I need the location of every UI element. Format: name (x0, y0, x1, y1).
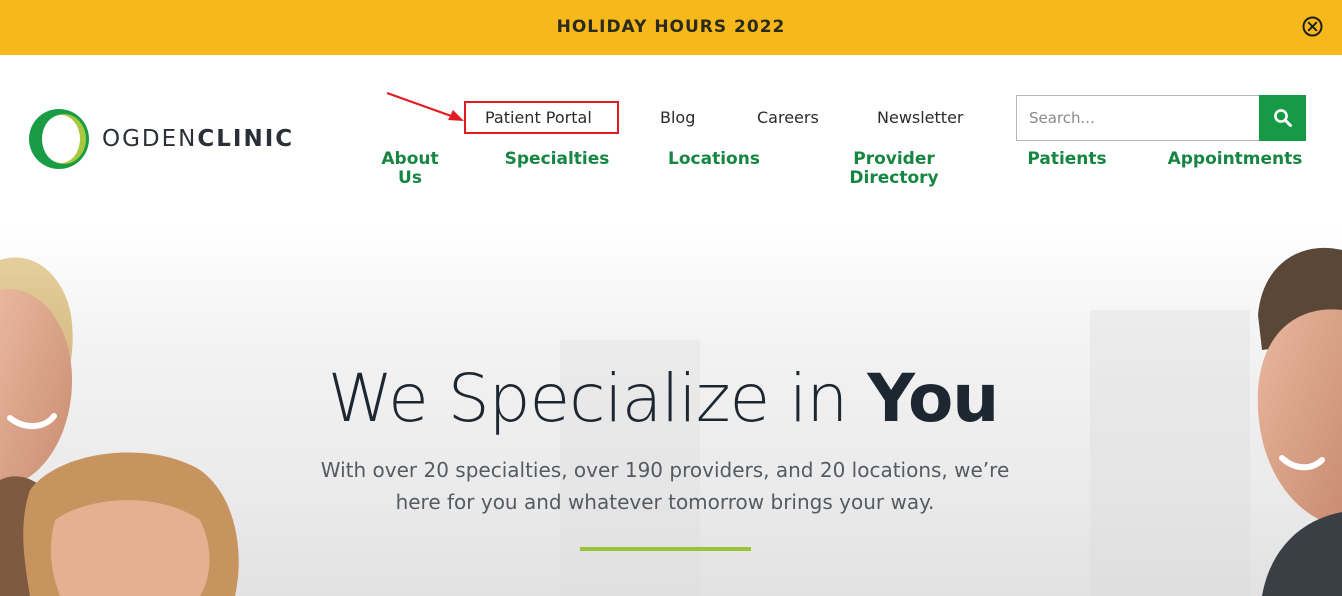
nav-specialties-label: Specialties (504, 149, 610, 169)
logo-name-light: OGDEN (102, 126, 198, 152)
close-circle-icon[interactable] (1302, 16, 1323, 37)
logo-name-bold: CLINIC (197, 126, 295, 152)
search-box (1016, 95, 1306, 141)
hero-title: We Specialize in You (0, 360, 1326, 437)
nav-provider-directory-line1: Provider (853, 149, 935, 169)
nav-patients[interactable]: Patients (1021, 150, 1113, 169)
hero-title-bold: You (867, 360, 999, 437)
hero-title-light: We Specialize in (327, 360, 868, 437)
nav-patients-label: Patients (1027, 149, 1107, 169)
nav-about-us-line2: Us (398, 168, 422, 188)
hero-subtitle: With over 20 specialties, over 190 provi… (320, 458, 1010, 514)
annotation-arrow-icon (386, 91, 464, 121)
banner-title[interactable]: HOLIDAY HOURS 2022 (0, 0, 1342, 55)
site-logo[interactable]: OGDENCLINIC (28, 108, 294, 170)
nav-careers[interactable]: Careers (757, 108, 819, 127)
annotation-highlight-box (464, 101, 619, 134)
nav-provider-directory[interactable]: Provider Directory (840, 150, 948, 188)
holiday-banner: HOLIDAY HOURS 2022 (0, 0, 1342, 55)
nav-appointments-label: Appointments (1167, 149, 1303, 169)
hero-accent-divider (580, 547, 751, 551)
search-icon (1273, 109, 1292, 127)
nav-about-us-line1: About (381, 149, 439, 169)
nav-specialties[interactable]: Specialties (497, 150, 617, 169)
nav-appointments[interactable]: Appointments (1160, 150, 1310, 169)
nav-locations[interactable]: Locations (662, 150, 766, 169)
nav-newsletter[interactable]: Newsletter (877, 108, 964, 127)
search-input[interactable] (1016, 95, 1259, 141)
nav-blog[interactable]: Blog (660, 108, 695, 127)
logo-wordmark: OGDENCLINIC (102, 126, 294, 152)
nav-locations-label: Locations (668, 149, 760, 169)
nav-provider-directory-line2: Directory (849, 168, 939, 188)
hero-section: We Specialize in You With over 20 specia… (0, 220, 1342, 596)
nav-about-us[interactable]: About Us (375, 150, 445, 188)
crescent-logo-icon (29, 109, 89, 169)
search-button[interactable] (1259, 95, 1306, 141)
